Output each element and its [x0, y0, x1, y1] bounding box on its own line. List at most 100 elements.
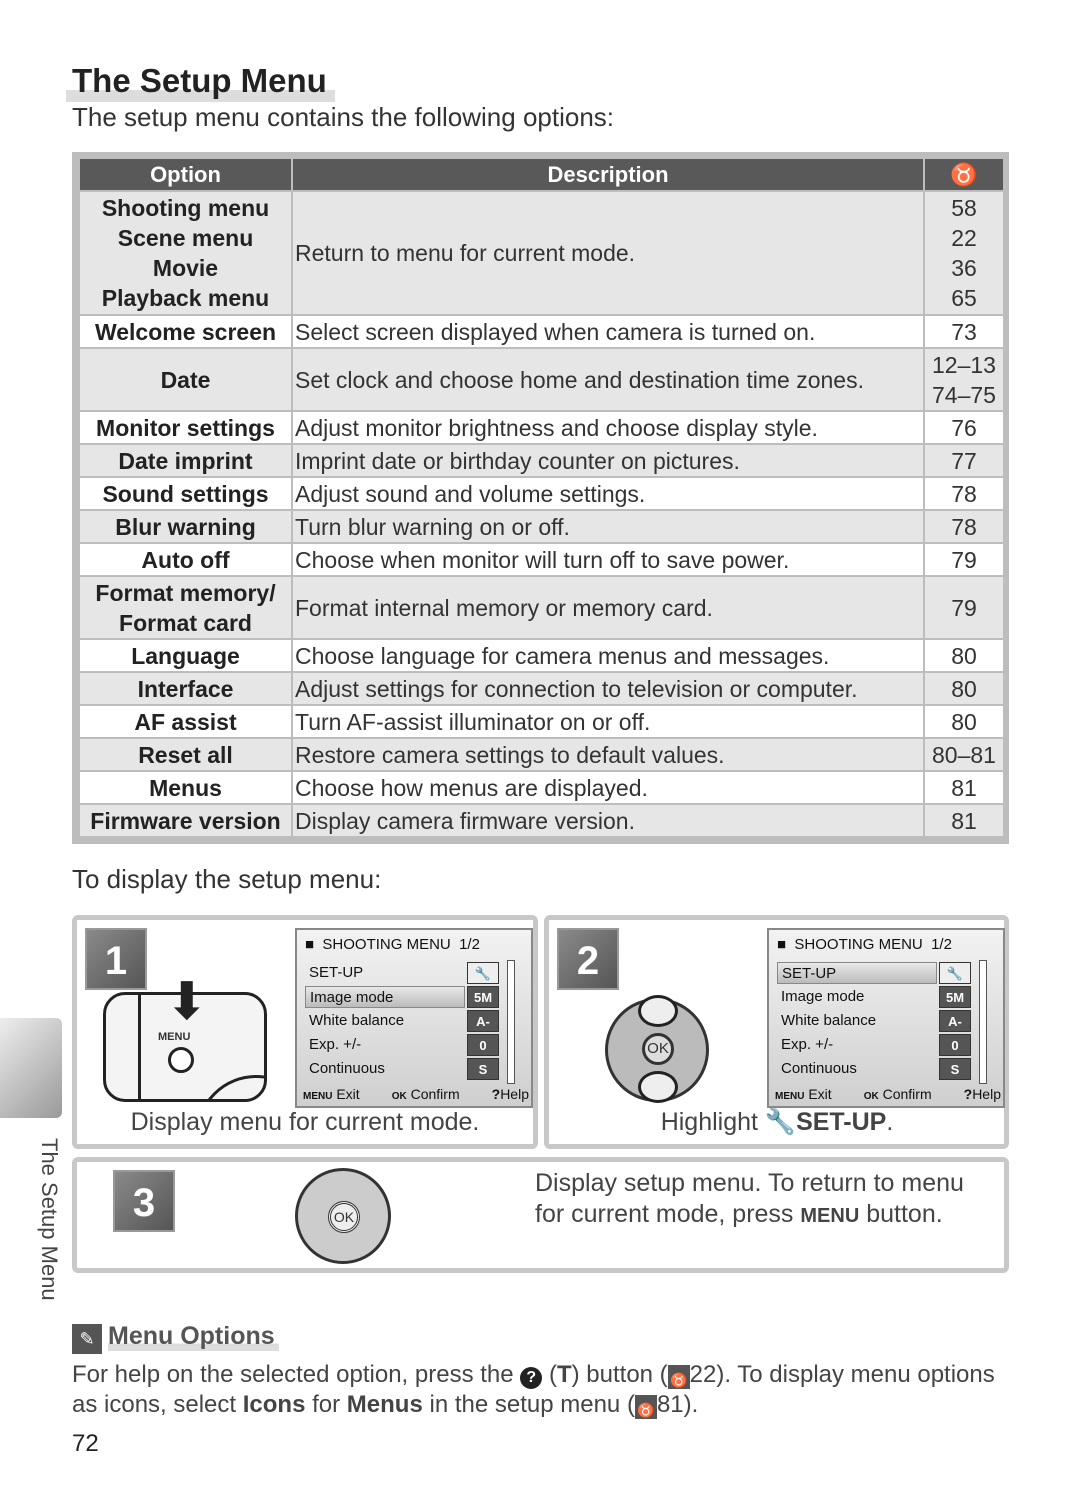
- lcd-title: SHOOTING MENU: [322, 936, 451, 953]
- footer-text: Confirm: [882, 1086, 932, 1102]
- page-cell-line: 78: [951, 480, 977, 507]
- tip-body: For help on the selected option, press t…: [72, 1360, 1017, 1420]
- description-cell: Set clock and choose home and destinatio…: [293, 349, 923, 410]
- page-cell: 58 22 36 65: [925, 192, 1003, 314]
- lcd-menu-item: White balance: [781, 1012, 877, 1029]
- page-cell-line: 36: [951, 255, 977, 281]
- lcd-scrollbar: [979, 960, 987, 1084]
- tip-text: for: [312, 1391, 341, 1418]
- step-number: 1: [85, 928, 147, 990]
- page-reference-icon: ♉: [925, 159, 1003, 190]
- lcd-item-value: S: [467, 1058, 499, 1080]
- option-cell-line: Date: [160, 366, 211, 393]
- key-label: OK: [863, 1091, 879, 1102]
- wrench-icon: 🔧: [939, 962, 971, 984]
- table-row: Auto off Choose when monitor will turn of…: [80, 544, 1003, 575]
- lcd-item-value: S: [939, 1058, 971, 1080]
- description-cell: Format internal memory or memory card.: [293, 577, 923, 638]
- tip-bold: Menus: [346, 1391, 423, 1418]
- page-cell-line: 78: [951, 513, 977, 540]
- caption-bold: SET-UP: [796, 1108, 887, 1136]
- lcd-menu-item: Image mode: [305, 986, 465, 1008]
- lcd-item-value: A-WB: [939, 1010, 971, 1051]
- option-cell-line: Welcome screen: [94, 318, 277, 345]
- page-cell: 80: [925, 673, 1003, 704]
- lcd-header: ■ SHOOTING MENU 1/2: [777, 936, 952, 953]
- page-cell-line: 12–13: [932, 351, 996, 378]
- lcd-footer: MENU Exit OK Confirm ?Help: [303, 1086, 529, 1102]
- ok-button: OK: [328, 1201, 360, 1233]
- display-heading: To display the setup menu:: [72, 864, 382, 894]
- page-cell-line: 80: [951, 708, 977, 735]
- option-cell: Menus: [80, 772, 291, 803]
- wrench-icon: 🔧: [467, 962, 499, 984]
- caption-line: for current mode, press MENU button.: [535, 1199, 964, 1232]
- footer-text: Exit: [336, 1086, 360, 1102]
- down-button: [638, 1071, 678, 1103]
- lcd-footer: MENU Exit OK Confirm ?Help: [775, 1086, 1001, 1102]
- table-row: Monitor settings Adjust monitor brightnes…: [80, 412, 1003, 443]
- page-cell: 79: [925, 544, 1003, 575]
- page-reference-icon: ♉: [667, 1365, 690, 1389]
- option-cell-line: Format memory/: [95, 579, 276, 606]
- page-cell: 76: [925, 412, 1003, 443]
- option-cell: Date imprint: [80, 445, 291, 476]
- multi-selector-dial: OK: [605, 995, 709, 1103]
- step-caption: Display menu for current mode.: [130, 1108, 480, 1136]
- option-cell-line: Firmware version: [90, 807, 281, 834]
- option-cell-line: Auto off: [141, 546, 230, 573]
- step-caption: Display setup menu. To return to menu fo…: [535, 1168, 964, 1232]
- step-caption: Highlight 🔧SET-UP.: [549, 1108, 1005, 1137]
- option-cell: Date: [80, 349, 291, 410]
- description-cell: Turn AF-assist illuminator on or off.: [293, 706, 923, 737]
- arrow-down-icon: ⬇: [165, 973, 209, 1031]
- option-cell-line: Sound settings: [102, 480, 269, 507]
- caption-text: for current mode, press: [535, 1200, 794, 1228]
- caption-line: Display setup menu. To return to menu: [535, 1169, 964, 1197]
- key-label: OK: [391, 1091, 407, 1102]
- table-row: Language Choose language for camera menus…: [80, 640, 1003, 671]
- lcd-menu-item: Exp. +/-: [309, 1036, 362, 1053]
- caption-text: Highlight: [660, 1108, 758, 1136]
- option-cell-line: Menus: [149, 774, 222, 801]
- page-cell: 81: [925, 772, 1003, 803]
- menu-button: [168, 1047, 194, 1073]
- table-row: Date imprint Imprint date or birthday cou…: [80, 445, 1003, 476]
- lcd-menu-item: Image mode: [781, 988, 865, 1005]
- option-cell: Monitor settings: [80, 412, 291, 443]
- wrench-icon: 🔧: [764, 1108, 797, 1136]
- lcd-page: 1/2: [459, 936, 480, 953]
- option-cell: Reset all: [80, 739, 291, 770]
- option-cell: Sound settings: [80, 478, 291, 509]
- lcd-item-value: A-WB: [467, 1010, 499, 1051]
- page-cell-line: 81: [951, 774, 977, 801]
- ok-button: OK: [642, 1033, 674, 1065]
- option-cell: Firmware version: [80, 805, 291, 836]
- description-cell: Return to menu for current mode.: [293, 192, 923, 314]
- description-cell: Choose when monitor will turn off to sav…: [293, 544, 923, 575]
- table-row: AF assist Turn AF-assist illuminator on o…: [80, 706, 1003, 737]
- step-3-panel: 3 OK Display setup menu. To return to me…: [72, 1157, 1009, 1273]
- page-ref: 81: [656, 1391, 684, 1418]
- key-label: MENU: [303, 1091, 333, 1102]
- lcd-item-value: 0: [467, 1034, 499, 1056]
- tip-text: For help on the selected option, press t…: [72, 1361, 514, 1388]
- option-cell-line: Blur warning: [115, 513, 256, 540]
- table-row: Interface Adjust settings for connection …: [80, 673, 1003, 704]
- menu-button-label: MENU: [158, 1031, 191, 1043]
- page-cell-line: 81: [951, 807, 977, 834]
- option-cell: Auto off: [80, 544, 291, 575]
- tip-text: ) button (: [571, 1361, 668, 1388]
- page-cell-line: 22: [951, 225, 977, 251]
- option-cell-line: Shooting menu: [101, 195, 270, 221]
- tip-bold: T: [556, 1361, 572, 1388]
- table-row: Sound settings Adjust sound and volume se…: [80, 478, 1003, 509]
- page-cell: 77: [925, 445, 1003, 476]
- page-cell-line: 74–75: [932, 381, 996, 408]
- description-cell: Select screen displayed when camera is t…: [293, 316, 923, 347]
- multi-selector-dial: OK: [295, 1168, 391, 1264]
- page-ref: 22: [689, 1361, 717, 1388]
- description-cell: Adjust monitor brightness and choose dis…: [293, 412, 923, 443]
- tip-text: (: [548, 1361, 557, 1388]
- option-cell-line: Playback menu: [101, 285, 270, 311]
